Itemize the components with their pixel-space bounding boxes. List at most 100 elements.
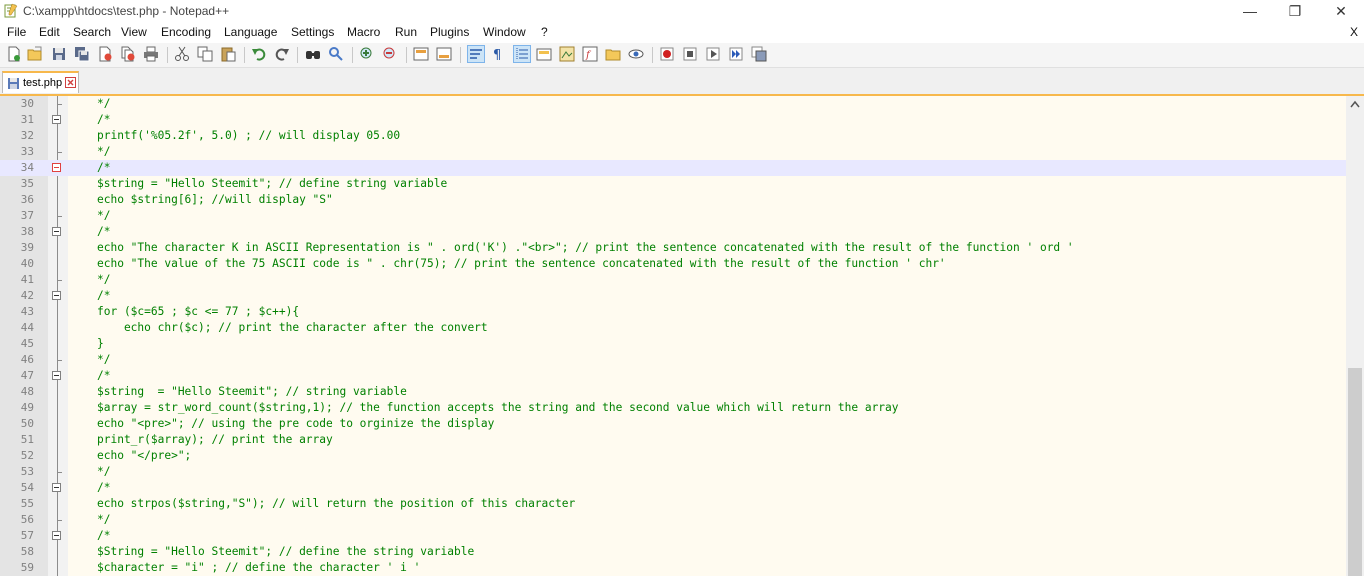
sync-vertical-icon[interactable] bbox=[413, 46, 429, 62]
paste-icon[interactable] bbox=[220, 46, 236, 62]
code-line[interactable]: 42 /* bbox=[0, 288, 1346, 304]
code-text: */ bbox=[97, 465, 111, 478]
menu-file[interactable]: File bbox=[7, 25, 26, 39]
menu-encoding[interactable]: Encoding bbox=[161, 25, 211, 39]
document-map-icon[interactable] bbox=[559, 46, 575, 62]
fold-end-marker bbox=[57, 216, 62, 217]
code-line[interactable]: 38 /* bbox=[0, 224, 1346, 240]
code-line[interactable]: 46 */ bbox=[0, 352, 1346, 368]
code-line[interactable]: 48 $string = "Hello Steemit"; // string v… bbox=[0, 384, 1346, 400]
code-line[interactable]: 53 */ bbox=[0, 464, 1346, 480]
monitoring-icon[interactable] bbox=[628, 46, 644, 62]
menu-macro[interactable]: Macro bbox=[347, 25, 380, 39]
code-text: /* bbox=[97, 225, 111, 238]
code-line[interactable]: 33 */ bbox=[0, 144, 1346, 160]
code-line[interactable]: 52 echo "</pre>"; bbox=[0, 448, 1346, 464]
redo-icon[interactable] bbox=[274, 46, 290, 62]
print-icon[interactable] bbox=[143, 46, 159, 62]
find-icon[interactable] bbox=[305, 46, 321, 62]
save-all-icon[interactable] bbox=[74, 46, 90, 62]
code-line[interactable]: 55 echo strpos($string,"S"); // will retu… bbox=[0, 496, 1346, 512]
fold-toggle-icon[interactable] bbox=[52, 291, 61, 300]
vertical-scrollbar[interactable] bbox=[1346, 96, 1364, 576]
save-icon[interactable] bbox=[51, 46, 67, 62]
code-line[interactable]: 40 echo "The value of the 75 ASCII code i… bbox=[0, 256, 1346, 272]
code-line[interactable]: 39 echo "The character K in ASCII Represe… bbox=[0, 240, 1346, 256]
zoom-out-icon[interactable] bbox=[382, 46, 398, 62]
code-line[interactable]: 49 $array = str_word_count($string,1); //… bbox=[0, 400, 1346, 416]
code-line[interactable]: 47 /* bbox=[0, 368, 1346, 384]
run-macro-multiple-icon[interactable] bbox=[728, 46, 744, 62]
menu-search[interactable]: Search bbox=[73, 25, 111, 39]
minimize-button[interactable]: — bbox=[1227, 0, 1273, 22]
code-line[interactable]: 36 echo $string[6]; //will display "S" bbox=[0, 192, 1346, 208]
fold-toggle-icon[interactable] bbox=[52, 115, 61, 124]
copy-icon[interactable] bbox=[197, 46, 213, 62]
undo-icon[interactable] bbox=[251, 46, 267, 62]
close-document-button[interactable]: X bbox=[1350, 25, 1358, 39]
fold-toggle-icon[interactable] bbox=[52, 371, 61, 380]
menu-view[interactable]: View bbox=[121, 25, 147, 39]
stop-macro-icon[interactable] bbox=[682, 46, 698, 62]
new-file-icon[interactable] bbox=[6, 46, 22, 62]
close-window-button[interactable]: ✕ bbox=[1318, 0, 1364, 22]
zoom-in-icon[interactable] bbox=[359, 46, 375, 62]
fold-toggle-icon[interactable] bbox=[52, 531, 61, 540]
close-icon[interactable] bbox=[97, 46, 113, 62]
fold-end-marker bbox=[57, 104, 62, 105]
menu-run[interactable]: Run bbox=[395, 25, 417, 39]
scrollbar-thumb[interactable] bbox=[1348, 368, 1362, 576]
sync-horizontal-icon[interactable] bbox=[436, 46, 452, 62]
folder-workspace-icon[interactable] bbox=[605, 46, 621, 62]
fold-toggle-icon[interactable] bbox=[52, 483, 61, 492]
code-line[interactable]: 51 print_r($array); // print the array bbox=[0, 432, 1346, 448]
code-line[interactable]: 57 /* bbox=[0, 528, 1346, 544]
menu-edit[interactable]: Edit bbox=[39, 25, 60, 39]
fold-toggle-icon[interactable] bbox=[52, 227, 61, 236]
fold-toggle-icon[interactable] bbox=[52, 163, 61, 172]
code-line[interactable]: 59 $character = "i" ; // define the chara… bbox=[0, 560, 1346, 576]
menu-help[interactable]: ? bbox=[541, 25, 548, 39]
menu-window[interactable]: Window bbox=[483, 25, 526, 39]
code-line[interactable]: 35 $string = "Hello Steemit"; // define s… bbox=[0, 176, 1346, 192]
code-line[interactable]: 54 /* bbox=[0, 480, 1346, 496]
code-line[interactable]: 30 */ bbox=[0, 96, 1346, 112]
scroll-up-arrow-icon[interactable] bbox=[1350, 100, 1360, 108]
code-line[interactable]: 37 */ bbox=[0, 208, 1346, 224]
function-list-icon[interactable]: f bbox=[582, 46, 598, 62]
code-line[interactable]: 50 echo "<pre>"; // using the pre code to… bbox=[0, 416, 1346, 432]
replace-icon[interactable] bbox=[328, 46, 344, 62]
toolbar-separator bbox=[167, 47, 168, 63]
code-line[interactable]: 43 for ($c=65 ; $c <= 77 ; $c++){ bbox=[0, 304, 1346, 320]
line-number: 31 bbox=[20, 113, 34, 126]
code-line[interactable]: 41 */ bbox=[0, 272, 1346, 288]
code-line[interactable]: 31 /* bbox=[0, 112, 1346, 128]
code-line[interactable]: 58 $String = "Hello Steemit"; // define t… bbox=[0, 544, 1346, 560]
code-line[interactable]: 44 echo chr($c); // print the character … bbox=[0, 320, 1346, 336]
line-number: 42 bbox=[20, 289, 34, 302]
tab-close-icon[interactable] bbox=[65, 77, 76, 88]
code-line[interactable]: 34 /* bbox=[0, 160, 1346, 176]
code-line[interactable]: 45} bbox=[0, 336, 1346, 352]
word-wrap-icon[interactable] bbox=[467, 45, 485, 63]
line-number: 35 bbox=[20, 177, 34, 190]
play-macro-icon[interactable] bbox=[705, 46, 721, 62]
save-macro-icon[interactable] bbox=[751, 46, 767, 62]
menu-plugins[interactable]: Plugins bbox=[430, 25, 469, 39]
menu-language[interactable]: Language bbox=[224, 25, 277, 39]
code-line[interactable]: 56 */ bbox=[0, 512, 1346, 528]
menu-settings[interactable]: Settings bbox=[291, 25, 334, 39]
open-file-icon[interactable] bbox=[27, 46, 43, 62]
record-macro-icon[interactable] bbox=[659, 46, 675, 62]
indent-guide-icon[interactable] bbox=[513, 45, 531, 63]
restore-button[interactable]: ❐ bbox=[1272, 0, 1318, 22]
tab-test-php[interactable]: test.php bbox=[2, 71, 79, 93]
cut-icon[interactable] bbox=[174, 46, 190, 62]
show-all-characters-icon[interactable]: ¶ bbox=[490, 46, 506, 62]
code-editor[interactable]: 30 */ 31 /* 32 printf('%05.2f', 5.0) ; // wil… bbox=[0, 96, 1346, 576]
code-line[interactable]: 32 printf('%05.2f', 5.0) ; // will displa… bbox=[0, 128, 1346, 144]
close-all-icon[interactable] bbox=[120, 46, 136, 62]
line-number: 33 bbox=[20, 145, 34, 158]
user-language-icon[interactable] bbox=[536, 46, 552, 62]
code-text: /* bbox=[97, 289, 111, 302]
